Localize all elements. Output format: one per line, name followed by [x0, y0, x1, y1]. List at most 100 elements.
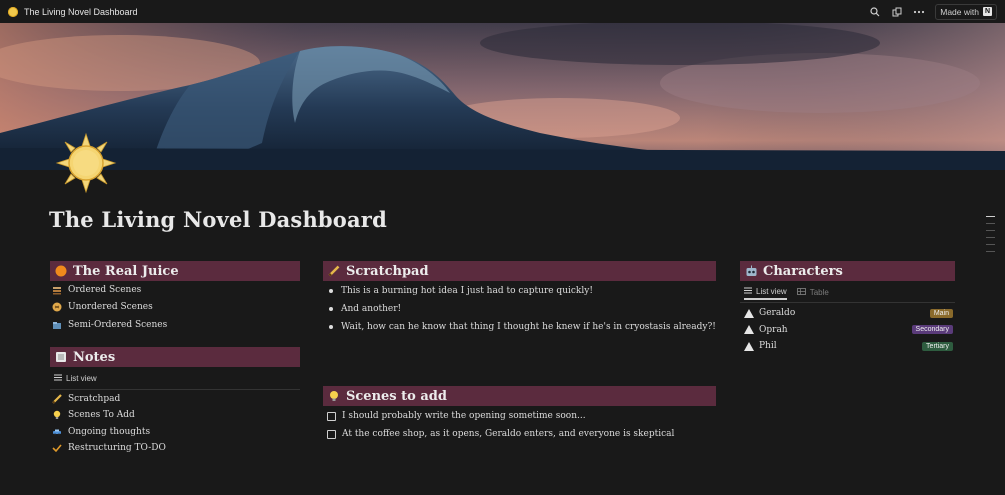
list-item-label: Ongoing thoughts [68, 426, 151, 437]
bullet-text: And another! [341, 304, 402, 314]
character-name: Phil [759, 341, 777, 352]
toc-line[interactable] [986, 244, 995, 245]
real-juice-list: Ordered Scenes Unordered Scenes Semi-Ord… [52, 281, 167, 334]
list-item-ongoing-thoughts[interactable]: Ongoing thoughts [52, 424, 166, 440]
page-title: The Living Novel Dashboard [49, 207, 387, 232]
triangle-icon [744, 308, 754, 318]
tab-notes-list-view[interactable]: List view [54, 370, 97, 386]
role-tag: Main [929, 308, 953, 318]
character-row[interactable]: Oprah Secondary [741, 322, 953, 339]
folder-icon [52, 320, 62, 330]
tab-label: Table [809, 287, 829, 297]
list-item-restructuring-todo[interactable]: Restructuring TO-DO [52, 440, 166, 456]
toc-line[interactable] [986, 251, 995, 252]
bullet-text: This is a burning hot idea I just had to… [341, 286, 593, 296]
todo-text[interactable]: I should probably write the opening some… [342, 411, 586, 421]
list-item-unordered-scenes[interactable]: Unordered Scenes [52, 299, 167, 317]
todo-item: At the coffee shop, as it opens, Geraldo… [324, 425, 674, 443]
sun-page-icon[interactable] [55, 132, 117, 194]
topbar-actions: Made with N [869, 3, 997, 20]
triangle-icon [744, 325, 754, 335]
notion-logo-icon: N [983, 7, 992, 16]
role-tag: Tertiary [922, 341, 953, 351]
real-juice-heading-text: The Real Juice [73, 263, 179, 279]
notes-heading: Notes [50, 347, 300, 367]
toc-line[interactable] [986, 230, 995, 231]
character-name: Geraldo [759, 308, 796, 319]
lightbulb-icon [52, 410, 62, 420]
notepad-icon [54, 350, 68, 364]
list-item-semi-ordered-scenes[interactable]: Semi-Ordered Scenes [52, 316, 167, 334]
bullet-dot [329, 325, 333, 329]
scratchpad-heading-text: Scratchpad [346, 263, 429, 279]
bullet-dot [329, 307, 333, 311]
search-icon[interactable] [869, 6, 881, 18]
breadcrumb-title[interactable]: The Living Novel Dashboard [24, 7, 138, 17]
list-item-label: Scenes To Add [68, 410, 135, 421]
robot-icon [744, 264, 758, 278]
list-item-label: Semi-Ordered Scenes [68, 319, 168, 330]
toc-line[interactable] [986, 237, 995, 238]
toc-line[interactable] [986, 223, 995, 224]
todo-checkbox[interactable] [327, 429, 336, 439]
characters-heading-text: Characters [763, 263, 843, 279]
list-item-ordered-scenes[interactable]: Ordered Scenes [52, 281, 167, 299]
list-item-scratchpad[interactable]: Scratchpad [52, 391, 166, 407]
bullet-item[interactable]: And another! [323, 300, 716, 318]
bullet-text: Wait, how can he know that thing I thoug… [341, 322, 716, 332]
lightbulb-icon [327, 389, 341, 403]
list-item-label: Unordered Scenes [68, 302, 153, 313]
car-icon [52, 427, 62, 437]
list-item-scenes-to-add[interactable]: Scenes To Add [52, 407, 166, 423]
tab-characters-table[interactable]: Table [796, 284, 829, 300]
more-icon[interactable] [913, 6, 925, 18]
duplicate-icon[interactable] [891, 6, 903, 18]
notes-heading-text: Notes [73, 349, 116, 365]
notes-view-tabs: List view [54, 370, 97, 386]
list-view-icon [54, 374, 62, 383]
character-row[interactable]: Phil Tertiary [741, 338, 953, 355]
table-icon [796, 287, 806, 297]
scenes-to-add-heading-text: Scenes to add [346, 388, 447, 404]
top-bar: The Living Novel Dashboard Made with N [0, 0, 1005, 23]
table-of-contents-indicator[interactable] [986, 216, 995, 252]
check-icon [52, 443, 62, 453]
scenes-to-add-todos: I should probably write the opening some… [324, 407, 674, 443]
divider [50, 389, 300, 390]
shuffle-icon [52, 302, 62, 312]
tab-characters-list-view[interactable]: List view [744, 284, 787, 300]
character-name: Oprah [759, 324, 788, 335]
list-item-label: Scratchpad [68, 394, 121, 405]
triangle-icon [744, 341, 754, 351]
scenes-to-add-heading: Scenes to add [323, 386, 716, 406]
real-juice-heading: The Real Juice [50, 261, 300, 281]
bullet-dot [329, 289, 333, 293]
scratchpad-heading: Scratchpad [323, 261, 716, 281]
tab-label: List view [66, 373, 97, 383]
role-tag: Secondary [911, 325, 953, 335]
character-row[interactable]: Geraldo Main [741, 305, 953, 322]
list-view-icon [744, 287, 752, 296]
list-item-label: Restructuring TO-DO [68, 443, 166, 454]
sun-icon [8, 6, 18, 17]
made-with-button[interactable]: Made with N [935, 3, 997, 20]
made-with-label: Made with [940, 6, 979, 17]
pencil-icon [52, 394, 62, 404]
orange-circle-icon [54, 264, 68, 278]
divider [740, 302, 955, 303]
characters-view-tabs: List view Table [744, 284, 829, 300]
bullet-item[interactable]: This is a burning hot idea I just had to… [323, 282, 716, 300]
characters-list: Geraldo Main Oprah Secondary Phil Tertia… [741, 305, 953, 355]
toc-line[interactable] [986, 216, 995, 217]
todo-text[interactable]: At the coffee shop, as it opens, Geraldo… [342, 429, 674, 439]
list-item-label: Ordered Scenes [68, 284, 142, 295]
stack-icon [52, 285, 62, 295]
scratchpad-bullets: This is a burning hot idea I just had to… [323, 282, 716, 336]
cover-image [0, 23, 1005, 170]
bullet-item[interactable]: Wait, how can he know that thing I thoug… [323, 318, 716, 336]
characters-heading: Characters [740, 261, 955, 281]
notes-list: Scratchpad Scenes To Add Ongoing thought… [52, 391, 166, 456]
pencil-icon [327, 264, 341, 278]
todo-checkbox[interactable] [327, 411, 336, 421]
tab-label: List view [756, 286, 787, 296]
